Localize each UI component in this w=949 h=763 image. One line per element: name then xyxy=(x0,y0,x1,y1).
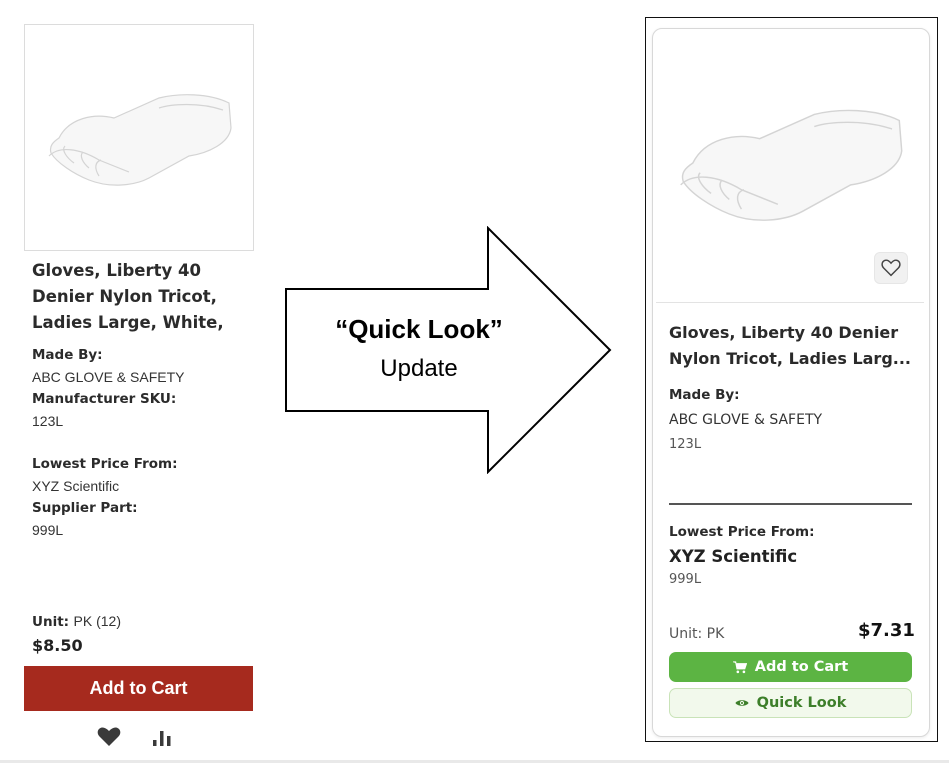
new-mfr-sku-value: 123L xyxy=(669,437,702,452)
right-arrow-shape xyxy=(285,226,612,474)
new-title-line: Nylon Tricot, Ladies Larg... xyxy=(669,349,912,368)
new-product-title[interactable]: Gloves, Liberty 40 Denier Nylon Tricot, … xyxy=(669,320,919,372)
old-price: $8.50 xyxy=(32,636,83,655)
old-supplier-name: XYZ Scientific xyxy=(32,478,120,494)
heart-icon[interactable] xyxy=(97,727,121,752)
old-mfr-sku-label: Manufacturer SKU: xyxy=(32,391,177,407)
new-unit: Unit: PK xyxy=(669,626,725,642)
new-lowest-price-label: Lowest Price From: xyxy=(669,524,815,540)
old-made-by-value: ABC GLOVE & SAFETY xyxy=(32,369,185,385)
cart-icon xyxy=(732,660,747,673)
old-unit-label: Unit: xyxy=(32,614,70,630)
old-unit: Unit: PK (12) xyxy=(32,613,121,631)
arrow-title: “Quick Look” xyxy=(335,314,503,344)
quick-look-button[interactable]: Quick Look xyxy=(669,688,912,718)
section-divider xyxy=(669,503,912,505)
glove-image xyxy=(680,109,903,221)
arrow-subtitle: Update xyxy=(380,355,458,382)
old-made-by-label: Made By: xyxy=(32,347,103,363)
new-title-line: Gloves, Liberty 40 Denier xyxy=(669,323,899,342)
new-supplier-name: XYZ Scientific xyxy=(669,547,798,566)
old-mfr-sku-value: 123L xyxy=(32,413,64,429)
old-unit-value: PK (12) xyxy=(73,613,121,629)
new-add-to-cart-label: Add to Cart xyxy=(754,659,849,675)
new-product-image[interactable] xyxy=(656,40,924,285)
eye-icon xyxy=(735,700,749,706)
heart-outline-icon xyxy=(881,259,901,277)
new-supplier-part-value: 999L xyxy=(669,572,702,587)
old-lowest-price-label: Lowest Price From: xyxy=(32,456,178,472)
old-title-line: Ladies Large, White, xyxy=(32,313,224,332)
old-title-line: Gloves, Liberty 40 xyxy=(32,261,201,280)
bar-chart-icon[interactable] xyxy=(152,727,174,752)
old-product-title[interactable]: Gloves, Liberty 40 Denier Nylon Tricot, … xyxy=(32,258,232,336)
favorite-button[interactable] xyxy=(874,252,908,284)
new-made-by-value: ABC GLOVE & SAFETY xyxy=(669,412,823,428)
quick-look-label: Quick Look xyxy=(756,695,847,711)
old-add-to-cart-button[interactable]: Add to Cart xyxy=(24,666,253,711)
old-supplier-part-label: Supplier Part: xyxy=(32,500,138,516)
glove-image xyxy=(48,93,232,186)
image-divider xyxy=(656,302,924,303)
new-add-to-cart-button[interactable]: Add to Cart xyxy=(669,652,912,682)
old-product-image[interactable] xyxy=(24,24,254,251)
new-price: $7.31 xyxy=(858,620,915,641)
old-supplier-part-value: 999L xyxy=(32,522,64,538)
new-made-by-label: Made By: xyxy=(669,387,740,403)
old-title-line: Denier Nylon Tricot, xyxy=(32,287,217,306)
